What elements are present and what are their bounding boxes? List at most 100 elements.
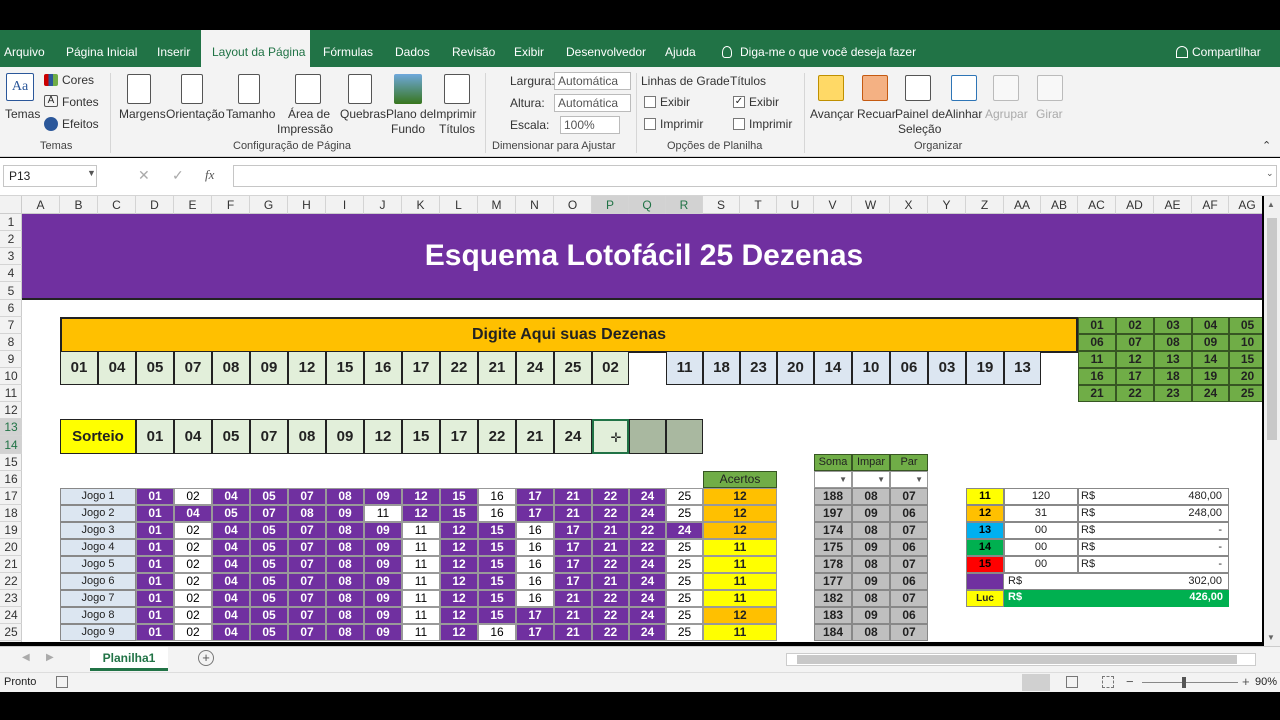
number-grid-cell[interactable]: 17 — [1116, 368, 1154, 385]
row-header-2[interactable]: 2 — [0, 231, 22, 248]
print-titles-button[interactable]: Imprimir — [433, 107, 476, 121]
number-grid-cell[interactable]: 01 — [1078, 317, 1116, 334]
jogo-number[interactable]: 16 — [516, 590, 554, 607]
print-area-button[interactable]: Área de — [288, 107, 330, 121]
sorteio-number[interactable]: 15 — [402, 419, 440, 454]
group-button[interactable]: Agrupar — [985, 107, 1028, 121]
jogo-number[interactable]: 09 — [364, 488, 402, 505]
jogo-number[interactable]: 12 — [440, 624, 478, 641]
zoom-level[interactable]: 90% — [1255, 676, 1277, 688]
jogo-number[interactable]: 17 — [516, 505, 554, 522]
jogo-number[interactable]: 15 — [440, 505, 478, 522]
column-header-D[interactable]: D — [136, 196, 174, 214]
size-button[interactable]: Tamanho — [226, 107, 275, 121]
breaks-button[interactable]: Quebras — [340, 107, 386, 121]
colors-button[interactable]: Cores — [62, 73, 94, 87]
jogo-number[interactable]: 25 — [666, 573, 703, 590]
jogo-number[interactable]: 07 — [288, 522, 326, 539]
jogo-number[interactable]: 11 — [402, 573, 440, 590]
row-header-11[interactable]: 11 — [0, 385, 22, 402]
column-header-AD[interactable]: AD — [1116, 196, 1154, 214]
column-header-O[interactable]: O — [554, 196, 592, 214]
row-header-20[interactable]: 20 — [0, 539, 22, 556]
row-header-19[interactable]: 19 — [0, 522, 22, 539]
jogo-number[interactable]: 11 — [402, 624, 440, 641]
column-header-F[interactable]: F — [212, 196, 250, 214]
input-number-right[interactable]: 18 — [703, 351, 740, 385]
column-header-H[interactable]: H — [288, 196, 326, 214]
row-header-15[interactable]: 15 — [0, 454, 22, 471]
number-grid-cell[interactable]: 15 — [1229, 351, 1262, 368]
jogo-number[interactable]: 25 — [666, 624, 703, 641]
jogo-number[interactable]: 05 — [250, 590, 288, 607]
sorteio-number[interactable]: 07 — [250, 419, 288, 454]
jogo-number[interactable]: 09 — [364, 624, 402, 641]
column-header-AE[interactable]: AE — [1154, 196, 1192, 214]
jogo-number[interactable]: 07 — [250, 505, 288, 522]
jogo-number[interactable]: 21 — [554, 590, 592, 607]
column-header-T[interactable]: T — [740, 196, 777, 214]
vertical-scrollbar[interactable]: ▲ ▼ — [1264, 196, 1280, 646]
jogo-number[interactable]: 22 — [592, 505, 629, 522]
input-number-right[interactable]: 03 — [928, 351, 966, 385]
jogo-number[interactable]: 09 — [364, 556, 402, 573]
jogo-number[interactable]: 05 — [250, 539, 288, 556]
jogo-number[interactable]: 08 — [326, 488, 364, 505]
height-select[interactable]: Automática — [554, 94, 631, 112]
jogo-number[interactable]: 11 — [402, 522, 440, 539]
sorteio-number[interactable]: 21 — [516, 419, 554, 454]
jogo-number[interactable]: 12 — [440, 607, 478, 624]
scroll-thumb[interactable] — [1267, 218, 1277, 440]
input-number-left[interactable]: 12 — [288, 351, 326, 385]
jogo-number[interactable]: 21 — [592, 573, 629, 590]
column-header-V[interactable]: V — [814, 196, 852, 214]
menu-tab-2[interactable]: Inserir — [157, 30, 190, 67]
jogo-number[interactable]: 11 — [402, 590, 440, 607]
jogo-number[interactable]: 05 — [250, 522, 288, 539]
number-grid-cell[interactable]: 19 — [1192, 368, 1229, 385]
number-grid-cell[interactable]: 08 — [1154, 334, 1192, 351]
row-header-21[interactable]: 21 — [0, 556, 22, 573]
jogo-number[interactable]: 25 — [666, 556, 703, 573]
sorteio-number[interactable]: 09 — [326, 419, 364, 454]
jogo-number[interactable]: 09 — [364, 539, 402, 556]
headings-print-checkbox[interactable] — [733, 118, 745, 130]
jogo-number[interactable]: 02 — [174, 556, 212, 573]
sorteio-number[interactable]: 22 — [478, 419, 516, 454]
name-box-dropdown-icon[interactable]: ▼ — [87, 168, 96, 178]
jogo-number[interactable]: 24 — [629, 505, 666, 522]
jogo-number[interactable]: 01 — [136, 505, 174, 522]
jogo-number[interactable]: 05 — [250, 573, 288, 590]
jogo-number[interactable]: 02 — [174, 607, 212, 624]
jogo-number[interactable]: 07 — [288, 607, 326, 624]
themes-button[interactable]: Temas — [5, 107, 40, 121]
sorteio-number[interactable] — [666, 419, 703, 454]
number-grid-cell[interactable]: 07 — [1116, 334, 1154, 351]
number-grid-cell[interactable]: 16 — [1078, 368, 1116, 385]
jogo-number[interactable]: 02 — [174, 590, 212, 607]
jogo-number[interactable]: 05 — [250, 624, 288, 641]
column-header-P[interactable]: P — [592, 196, 629, 214]
jogo-number[interactable]: 15 — [478, 590, 516, 607]
collapse-ribbon-icon[interactable]: ⌃ — [1262, 139, 1271, 152]
number-grid-cell[interactable]: 22 — [1116, 385, 1154, 402]
number-grid-cell[interactable]: 25 — [1229, 385, 1262, 402]
insert-function-button[interactable]: fx — [205, 167, 214, 183]
input-number-right[interactable]: 20 — [777, 351, 814, 385]
input-number-right[interactable]: 11 — [666, 351, 703, 385]
jogo-number[interactable]: 09 — [364, 522, 402, 539]
jogo-number[interactable]: 07 — [288, 624, 326, 641]
jogo-number[interactable]: 17 — [554, 522, 592, 539]
jogo-number[interactable]: 12 — [440, 522, 478, 539]
jogo-number[interactable]: 24 — [629, 590, 666, 607]
input-number-right[interactable]: 19 — [966, 351, 1004, 385]
jogo-number[interactable]: 24 — [666, 522, 703, 539]
jogo-number[interactable]: 22 — [592, 556, 629, 573]
scroll-up-icon[interactable]: ▲ — [1267, 200, 1275, 209]
jogo-number[interactable]: 04 — [212, 607, 250, 624]
jogo-number[interactable]: 02 — [174, 624, 212, 641]
scale-stepper[interactable]: 100% — [560, 116, 620, 134]
jogo-number[interactable]: 01 — [136, 624, 174, 641]
jogo-number[interactable]: 01 — [136, 607, 174, 624]
normal-view-icon[interactable] — [1022, 674, 1050, 691]
